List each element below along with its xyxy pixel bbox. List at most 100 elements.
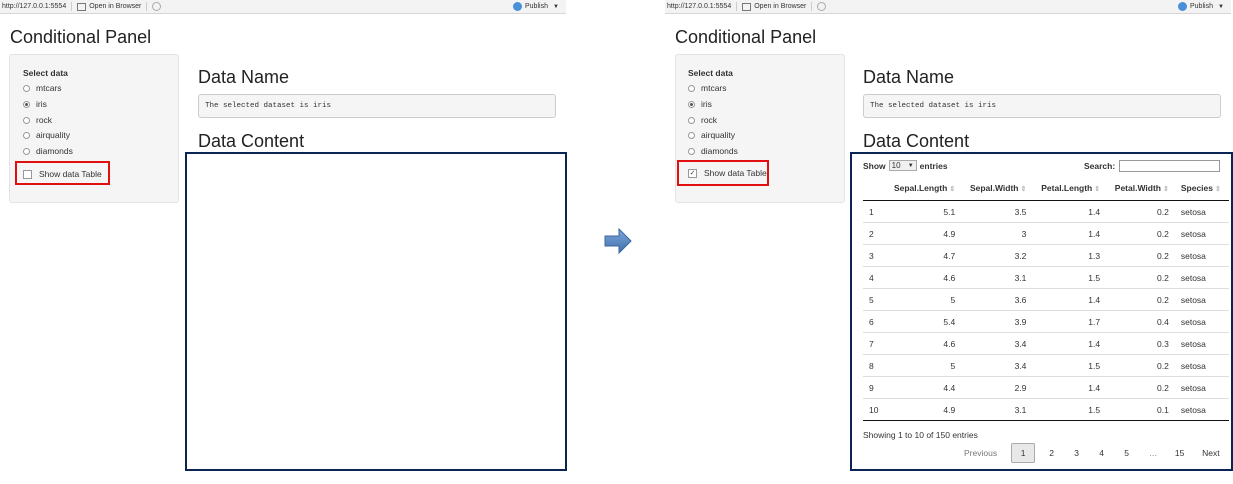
radio-button[interactable] bbox=[23, 131, 30, 139]
page-button[interactable]: 2 bbox=[1043, 448, 1060, 458]
refresh-icon[interactable] bbox=[817, 2, 827, 11]
table-cell: 4.7 bbox=[885, 244, 962, 267]
radio-option-diamonds[interactable]: diamonds bbox=[23, 146, 73, 156]
table-cell: 3.4 bbox=[961, 354, 1033, 377]
open-in-browser-button[interactable]: Open in Browser bbox=[89, 3, 141, 10]
sort-icon: ⇕ bbox=[1094, 186, 1101, 193]
page-button[interactable]: 4 bbox=[1093, 448, 1110, 458]
selected-dataset-output: The selected dataset is iris bbox=[198, 94, 556, 118]
sort-icon: ⇕ bbox=[1162, 186, 1169, 193]
page-title: Conditional Panel bbox=[675, 27, 817, 47]
table-header-row: Sepal.Length ⇕ Sepal.Width ⇕ Petal.Length ⇕… bbox=[863, 176, 1229, 201]
radio-button[interactable] bbox=[688, 147, 695, 155]
table-row[interactable]: 7 4.6 3.4 1.4 0.3 setosa bbox=[863, 332, 1229, 355]
table-row[interactable]: 3 4.7 3.2 1.3 0.2 setosa bbox=[863, 244, 1229, 267]
chevron-down-icon: ▼ bbox=[907, 162, 914, 169]
column-header-sepal-length[interactable]: Sepal.Length ⇕ bbox=[885, 176, 962, 201]
page-button[interactable]: 5 bbox=[1118, 448, 1135, 458]
table-cell: 4.6 bbox=[885, 266, 962, 289]
publish-button[interactable]: Publish ▼ bbox=[513, 2, 559, 11]
row-index-cell: 10 bbox=[863, 398, 885, 421]
radio-button[interactable] bbox=[688, 84, 695, 92]
table-row[interactable]: 9 4.4 2.9 1.4 0.2 setosa bbox=[863, 376, 1229, 399]
publish-label: Publish bbox=[525, 3, 548, 10]
page-button-last[interactable]: 15 bbox=[1171, 448, 1188, 458]
table-row[interactable]: 2 4.9 3 1.4 0.2 setosa bbox=[863, 222, 1229, 245]
table-row[interactable]: 8 5 3.4 1.5 0.2 setosa bbox=[863, 354, 1229, 377]
toolbar-divider bbox=[71, 2, 73, 11]
radio-button[interactable] bbox=[23, 147, 30, 155]
radio-option-airquality[interactable]: airquality bbox=[688, 130, 735, 140]
table-cell: 5 bbox=[885, 288, 962, 311]
previous-button[interactable]: Previous bbox=[964, 448, 997, 458]
column-header-petal-width[interactable]: Petal.Width ⇕ bbox=[1106, 176, 1175, 201]
publish-icon bbox=[513, 2, 522, 11]
table-cell: 0.3 bbox=[1106, 332, 1175, 355]
radio-label: iris bbox=[701, 99, 712, 109]
chevron-down-icon: ▼ bbox=[1217, 3, 1224, 10]
search-input[interactable] bbox=[1119, 160, 1221, 172]
table-row[interactable]: 5 5 3.6 1.4 0.2 setosa bbox=[863, 288, 1229, 311]
radio-option-rock[interactable]: rock bbox=[23, 115, 52, 125]
radio-label: diamonds bbox=[36, 146, 73, 156]
row-index-cell: 3 bbox=[863, 244, 885, 267]
radio-option-airquality[interactable]: airquality bbox=[23, 130, 70, 140]
radio-label: iris bbox=[36, 99, 47, 109]
row-index-cell: 9 bbox=[863, 376, 885, 399]
page-length-value: 10 bbox=[891, 161, 901, 170]
column-header-sepal-width[interactable]: Sepal.Width ⇕ bbox=[961, 176, 1033, 201]
highlight-box bbox=[15, 161, 110, 185]
rstudio-viewer-toolbar: http://127.0.0.1:5554 Open in Browser Pu… bbox=[665, 0, 1231, 14]
column-header-rownames[interactable] bbox=[863, 176, 885, 201]
publish-button[interactable]: Publish ▼ bbox=[1178, 2, 1224, 11]
radio-option-rock[interactable]: rock bbox=[688, 115, 717, 125]
radio-option-iris[interactable]: iris bbox=[23, 99, 47, 109]
table-cell: setosa bbox=[1174, 200, 1229, 223]
header-label: Sepal.Width bbox=[969, 183, 1019, 193]
radio-option-mtcars[interactable]: mtcars bbox=[688, 83, 727, 93]
radio-button[interactable] bbox=[688, 116, 695, 124]
table-cell: 4.4 bbox=[885, 376, 962, 399]
radio-button[interactable] bbox=[23, 116, 30, 124]
page-button[interactable]: 3 bbox=[1068, 448, 1085, 458]
table-cell: setosa bbox=[1174, 244, 1229, 267]
radio-button-selected[interactable] bbox=[688, 100, 695, 108]
table-cell: setosa bbox=[1174, 354, 1229, 377]
table-cell: 0.4 bbox=[1106, 310, 1175, 333]
page-length-select[interactable]: 10 ▼ bbox=[888, 160, 917, 171]
open-in-browser-button[interactable]: Open in Browser bbox=[754, 3, 806, 10]
table-cell: 5.1 bbox=[885, 200, 962, 223]
toolbar-divider bbox=[811, 2, 813, 11]
column-header-species[interactable]: Species ⇕ bbox=[1174, 176, 1229, 201]
iris-data-table: Sepal.Length ⇕ Sepal.Width ⇕ Petal.Length ⇕… bbox=[863, 176, 1229, 421]
sort-icon: ⇕ bbox=[1020, 186, 1027, 193]
radio-button[interactable] bbox=[23, 84, 30, 92]
sort-icon: ⇕ bbox=[949, 186, 956, 193]
radio-button[interactable] bbox=[688, 131, 695, 139]
table-row[interactable]: 4 4.6 3.1 1.5 0.2 setosa bbox=[863, 266, 1229, 289]
table-row[interactable]: 1 5.1 3.5 1.4 0.2 setosa bbox=[863, 200, 1229, 223]
radio-option-mtcars[interactable]: mtcars bbox=[23, 83, 62, 93]
radio-label: rock bbox=[701, 115, 718, 125]
table-cell: 0.2 bbox=[1106, 222, 1175, 245]
entries-label: entries bbox=[919, 160, 948, 171]
select-data-label: Select data bbox=[23, 68, 68, 78]
radio-button-selected[interactable] bbox=[23, 100, 30, 108]
table-cell: 3.9 bbox=[961, 310, 1033, 333]
refresh-icon[interactable] bbox=[152, 2, 162, 11]
table-row[interactable]: 6 5.4 3.9 1.7 0.4 setosa bbox=[863, 310, 1229, 333]
pagination: Previous 1 2 3 4 5 … 15 Next bbox=[960, 443, 1224, 463]
page-button-current[interactable]: 1 bbox=[1011, 443, 1036, 463]
table-cell: 3.2 bbox=[961, 244, 1033, 267]
next-button[interactable]: Next bbox=[1202, 448, 1219, 458]
radio-option-iris[interactable]: iris bbox=[688, 99, 712, 109]
table-cell: setosa bbox=[1174, 288, 1229, 311]
empty-data-content-frame bbox=[185, 152, 567, 471]
table-cell: 4.9 bbox=[885, 222, 962, 245]
column-header-petal-length[interactable]: Petal.Length ⇕ bbox=[1032, 176, 1107, 201]
table-row[interactable]: 10 4.9 3.1 1.5 0.1 setosa bbox=[863, 398, 1229, 421]
radio-option-diamonds[interactable]: diamonds bbox=[688, 146, 738, 156]
data-name-heading: Data Name bbox=[198, 67, 290, 87]
table-cell: 3.6 bbox=[961, 288, 1033, 311]
table-cell: 5.4 bbox=[885, 310, 962, 333]
